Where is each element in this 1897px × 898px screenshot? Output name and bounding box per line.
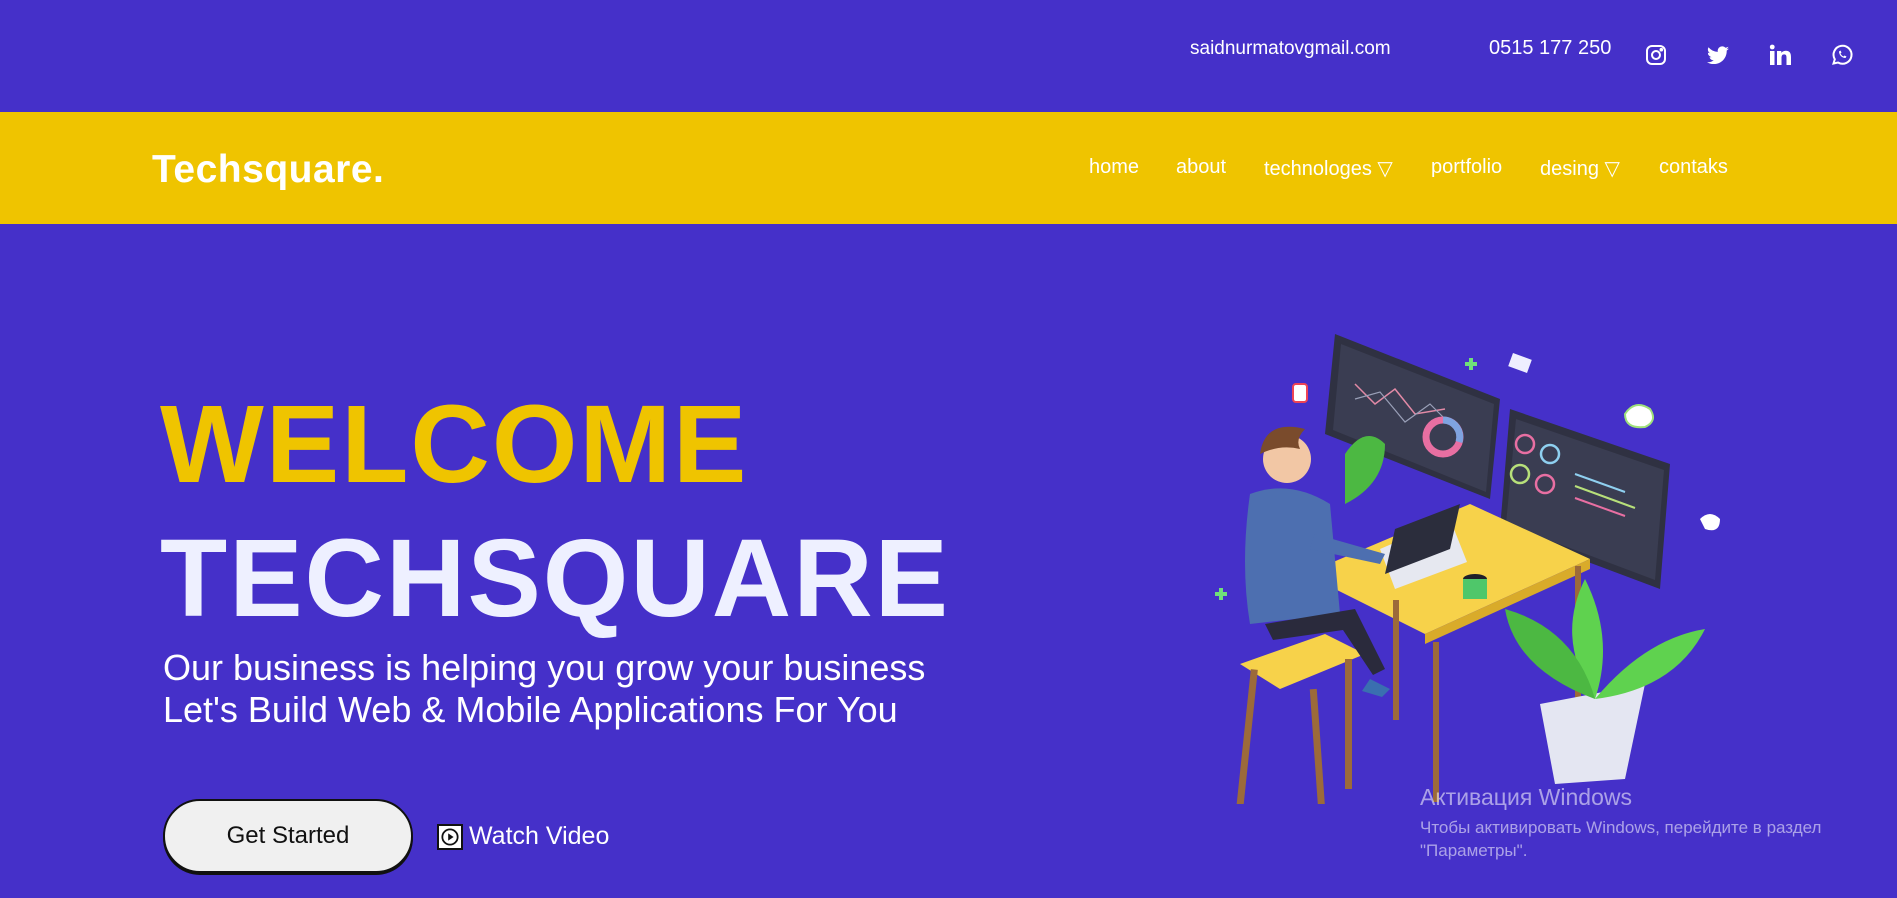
hero-brand-heading: TECHSQUARE [160,517,951,640]
linkedin-icon[interactable] [1767,42,1793,68]
nav-item-home[interactable]: home [1089,156,1139,179]
nav-item-design-dropdown[interactable]: desing ▽ [1540,156,1620,181]
hero-section: WELCOME TECHSQUARE Our business is helpi… [0,224,1897,898]
instagram-icon[interactable] [1643,42,1669,68]
hero-subtitle-line2: Let's Build Web & Mobile Applications Fo… [163,689,898,730]
developer-workspace-illustration [1215,334,1720,804]
windows-activation-watermark: Активация Windows Чтобы активировать Win… [1420,784,1860,863]
nav-item-about[interactable]: about [1176,156,1226,179]
hero-welcome-heading: WELCOME [160,383,749,506]
watermark-title: Активация Windows [1420,784,1632,810]
top-contact-bar: saidnurmatovgmail.com 0515 177 250 [0,0,1897,112]
twitter-icon[interactable] [1705,42,1731,68]
nav-item-portfolio[interactable]: portfolio [1431,156,1502,179]
nav-item-contacts[interactable]: contaks [1659,156,1728,179]
play-icon [437,823,463,850]
watch-video-label: Watch Video [469,822,610,850]
nav-item-technologies-dropdown[interactable]: technologes ▽ [1264,156,1393,181]
contact-email[interactable]: saidnurmatovgmail.com [1190,38,1391,60]
whatsapp-icon[interactable] [1829,42,1855,68]
site-logo[interactable]: Techsquare. [152,148,384,192]
watermark-text: Чтобы активировать Windows, перейдите в … [1420,818,1822,860]
contact-phone[interactable]: 0515 177 250 [1489,37,1611,60]
main-navbar: Techsquare. home about technologes ▽ por… [0,112,1897,224]
get-started-button[interactable]: Get Started [163,799,413,873]
hero-subtitle-line1: Our business is helping you grow your bu… [163,647,926,688]
watch-video-link[interactable]: Watch Video [437,822,609,851]
